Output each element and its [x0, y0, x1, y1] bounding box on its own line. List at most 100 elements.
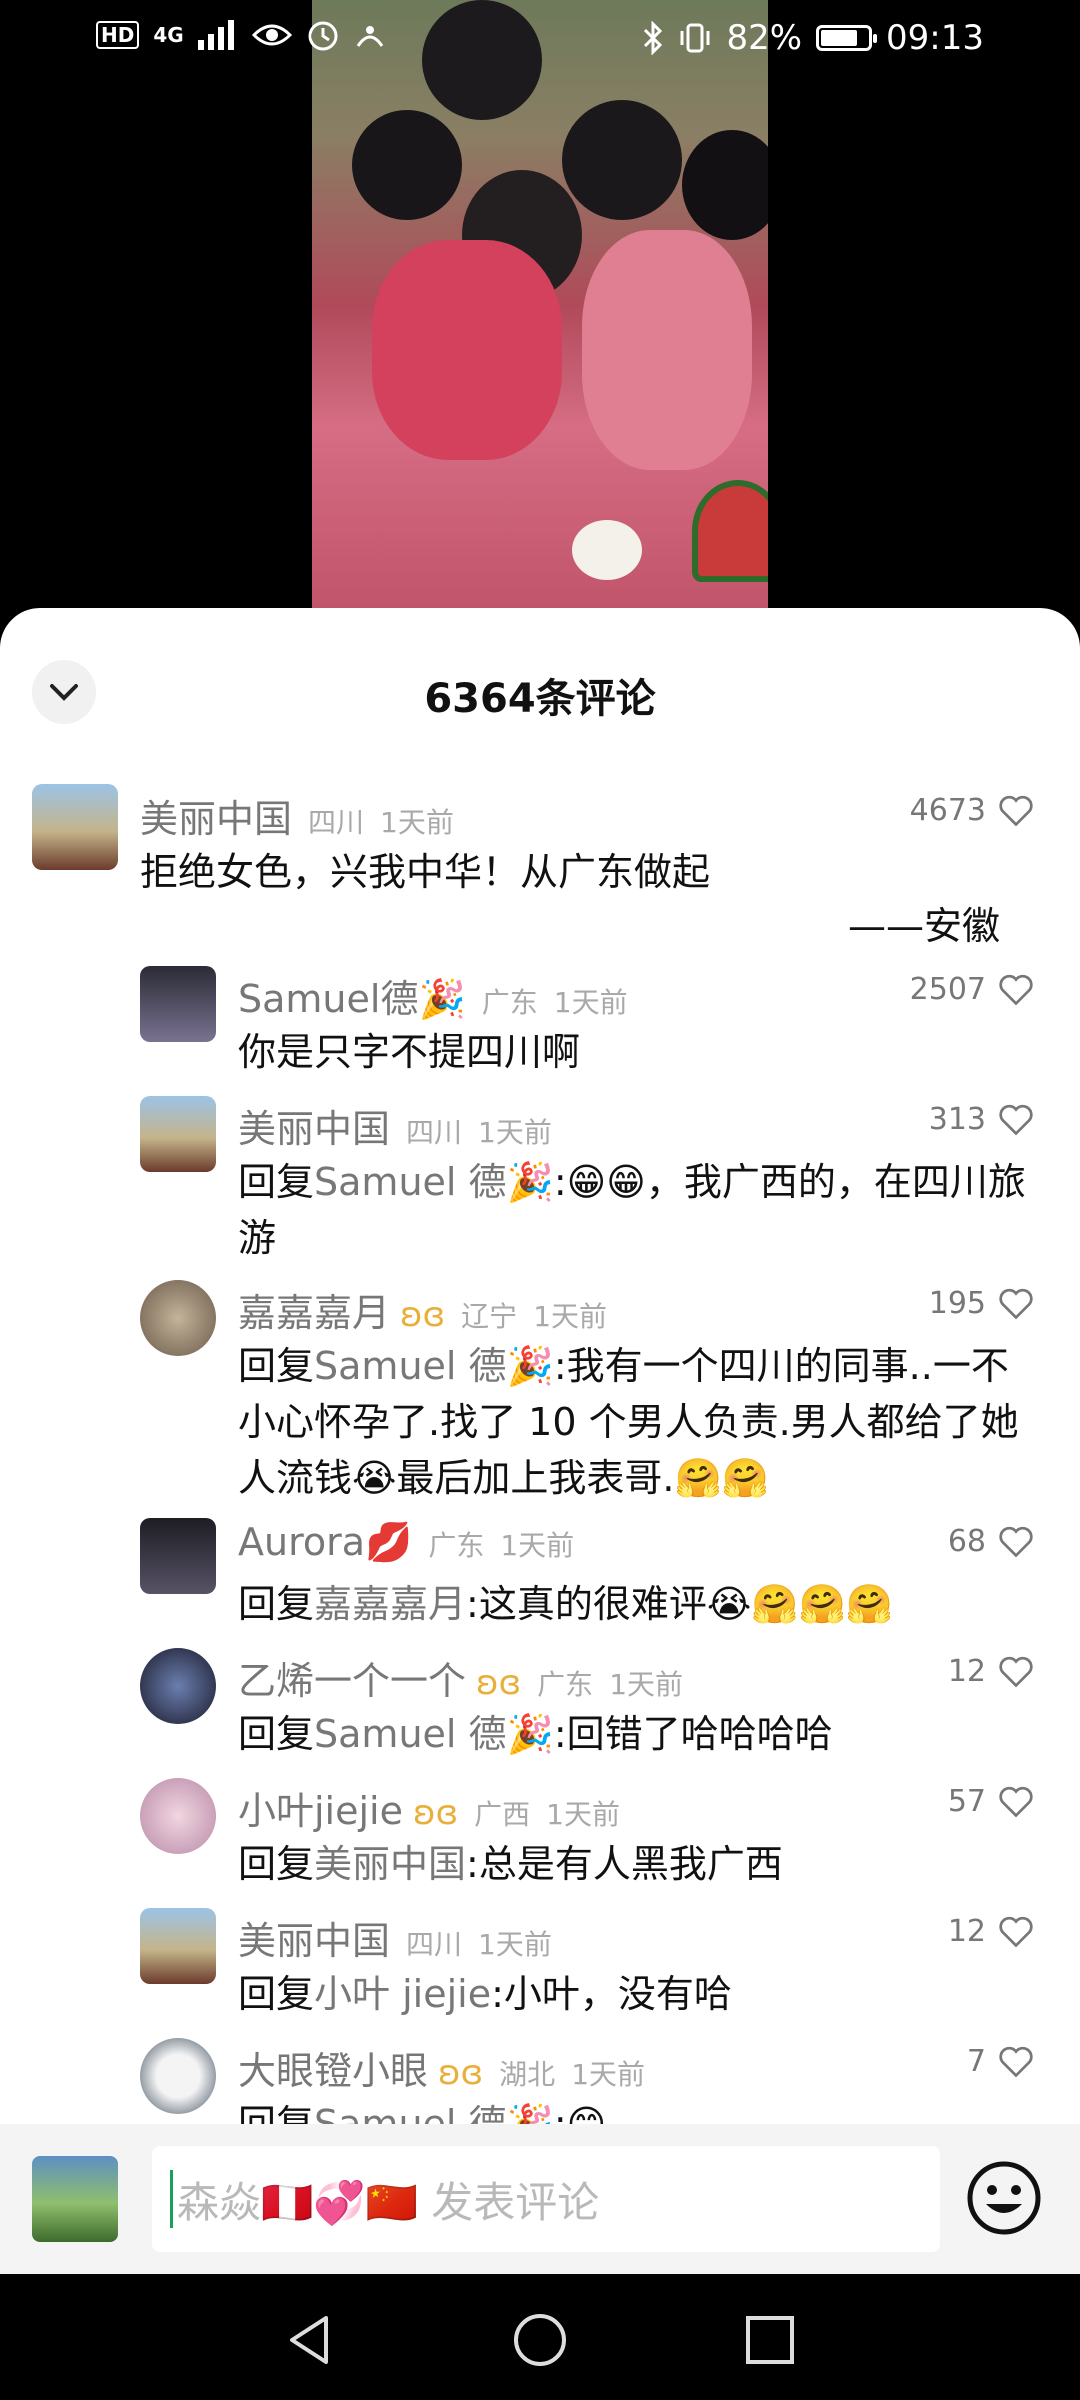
username[interactable]: 美丽中国: [238, 1098, 390, 1153]
like-button[interactable]: 12: [948, 1914, 1034, 1949]
comment-header: 嘉嘉嘉月 ʚɞ 辽宁 1天前: [238, 1282, 607, 1337]
like-count: 7: [966, 2044, 986, 2079]
text-cursor: [170, 2170, 173, 2228]
reply-mention[interactable]: 美丽中国: [314, 1842, 466, 1886]
reply-prefix: 回复: [238, 1842, 315, 1886]
username[interactable]: 嘉嘉嘉月: [238, 1282, 390, 1337]
comment-time: 1天前: [478, 1928, 552, 1961]
like-button[interactable]: 12: [948, 1654, 1034, 1689]
comment-header: Aurora💋 广东 1天前: [238, 1520, 574, 1565]
network-label: 4G: [153, 23, 184, 47]
heart-icon: [999, 1656, 1033, 1687]
comment-time: 1天前: [546, 1798, 620, 1831]
comment-time: 1天前: [609, 1668, 684, 1701]
username[interactable]: Aurora💋: [238, 1520, 412, 1565]
badge-icon: ʚɞ: [400, 1295, 446, 1335]
username[interactable]: 小叶jiejie: [238, 1780, 403, 1835]
comment-time: 1天前: [500, 1529, 575, 1562]
username[interactable]: 美丽中国: [238, 1910, 390, 1965]
comment-region: 广东: [481, 986, 538, 1019]
reply-prefix: 回复: [238, 1582, 315, 1626]
video-player[interactable]: [312, 0, 768, 610]
avatar[interactable]: [140, 1518, 216, 1594]
like-button[interactable]: 7: [967, 2044, 1034, 2079]
username[interactable]: Samuel德🎉: [238, 968, 466, 1023]
comment-header: 美丽中国 四川 1天前: [238, 1910, 552, 1965]
like-count: 2507: [909, 972, 986, 1007]
like-button[interactable]: 57: [948, 1784, 1034, 1819]
video-figure: [372, 240, 562, 460]
username[interactable]: 美丽中国: [140, 788, 292, 843]
like-count: 4673: [909, 793, 986, 828]
video-figure: [582, 230, 752, 470]
comment-region: 四川: [308, 806, 365, 839]
like-count: 12: [947, 1654, 986, 1689]
comment-region: 辽宁: [461, 1300, 518, 1333]
reply-prefix: 回复: [238, 1712, 315, 1756]
like-count: 313: [928, 1102, 986, 1137]
like-button[interactable]: 68: [948, 1524, 1034, 1559]
comment-time: 1天前: [478, 1116, 552, 1149]
reply-mention[interactable]: Samuel 德🎉: [314, 1160, 554, 1204]
like-button[interactable]: 4673: [910, 793, 1034, 828]
comment-input[interactable]: 森焱🇵🇪💞🇨🇳 发表评论: [152, 2146, 940, 2252]
comment-signature: ——安徽: [848, 904, 1001, 948]
video-figure: [682, 130, 768, 240]
reply-body: :小叶，没有哈: [491, 1972, 732, 2016]
comment-region: 四川: [406, 1116, 463, 1149]
like-button[interactable]: 195: [929, 1286, 1034, 1321]
comment-input-placeholder: 森焱🇵🇪💞🇨🇳 发表评论: [177, 2177, 600, 2227]
comment-time: 1天前: [571, 2058, 646, 2091]
avatar[interactable]: [140, 2038, 216, 2114]
video-figure: [352, 110, 462, 220]
reply-mention[interactable]: Samuel 德🎉: [314, 1712, 554, 1756]
like-button[interactable]: 2507: [910, 972, 1034, 1007]
comment-region: 广西: [474, 1798, 531, 1831]
alarm-icon: [308, 21, 338, 51]
my-avatar[interactable]: [32, 2156, 118, 2242]
hd-icon: HD: [96, 21, 140, 49]
reply-prefix: 回复: [238, 1344, 315, 1388]
comment-text: 拒绝女色，兴我中华！从广东做起: [140, 850, 711, 894]
like-count: 12: [947, 1914, 986, 1949]
avatar[interactable]: [140, 966, 216, 1042]
avatar[interactable]: [140, 1778, 216, 1854]
avatar[interactable]: [32, 784, 118, 870]
username[interactable]: 乙烯一个一个: [238, 1650, 466, 1705]
avatar[interactable]: [140, 1096, 216, 1172]
recents-icon[interactable]: [742, 2312, 798, 2368]
comment-input-bar: 森焱🇵🇪💞🇨🇳 发表评论: [0, 2124, 1080, 2274]
emoji-icon[interactable]: [966, 2160, 1042, 2236]
avatar[interactable]: [140, 1908, 216, 1984]
battery-level: [821, 30, 858, 46]
comment-text: 回复小叶 jiejie:小叶，没有哈: [238, 1966, 1038, 2022]
reply-mention[interactable]: 嘉嘉嘉月: [314, 1582, 466, 1626]
reply-mention[interactable]: 小叶 jiejie: [314, 1972, 491, 2016]
comment-region: 湖北: [499, 2058, 556, 2091]
comment-text: 回复Samuel 德🎉:😁😁，我广西的，在四川旅游: [238, 1154, 1038, 1266]
comment-header: 美丽中国 四川 1天前: [140, 788, 454, 843]
home-icon[interactable]: [512, 2312, 568, 2368]
battery-icon: [816, 25, 878, 51]
like-button[interactable]: 313: [929, 1102, 1034, 1137]
comment-count-title: 6364条评论: [424, 676, 656, 722]
comment-header: 乙烯一个一个 ʚɞ 广东 1天前: [238, 1650, 683, 1705]
nfc-icon: [356, 26, 383, 47]
comment-text: 你是只字不提四川啊: [238, 1030, 581, 1074]
reply-mention[interactable]: Samuel 德🎉: [314, 1344, 554, 1388]
comment-header: 大眼镫小眼 ʚɞ 湖北 1天前: [238, 2040, 645, 2095]
reply-body: :总是有人黑我广西: [466, 1842, 783, 1886]
bluetooth-icon: [644, 21, 663, 55]
back-icon[interactable]: [282, 2312, 338, 2368]
avatar[interactable]: [140, 1648, 216, 1724]
status-bar: HD 4G 82% 09:13: [0, 0, 1080, 76]
badge-icon: ʚɞ: [476, 1663, 522, 1703]
like-count: 195: [928, 1286, 986, 1321]
username[interactable]: 大眼镫小眼: [238, 2040, 428, 2095]
reply-body: :这真的很难评😭🤗🤗🤗: [466, 1582, 894, 1626]
comment-time: 1天前: [553, 986, 628, 1019]
like-count: 57: [947, 1784, 986, 1819]
battery-percent: 82%: [726, 18, 803, 58]
avatar[interactable]: [140, 1280, 216, 1356]
reply-body: :回错了哈哈哈哈: [553, 1712, 833, 1756]
